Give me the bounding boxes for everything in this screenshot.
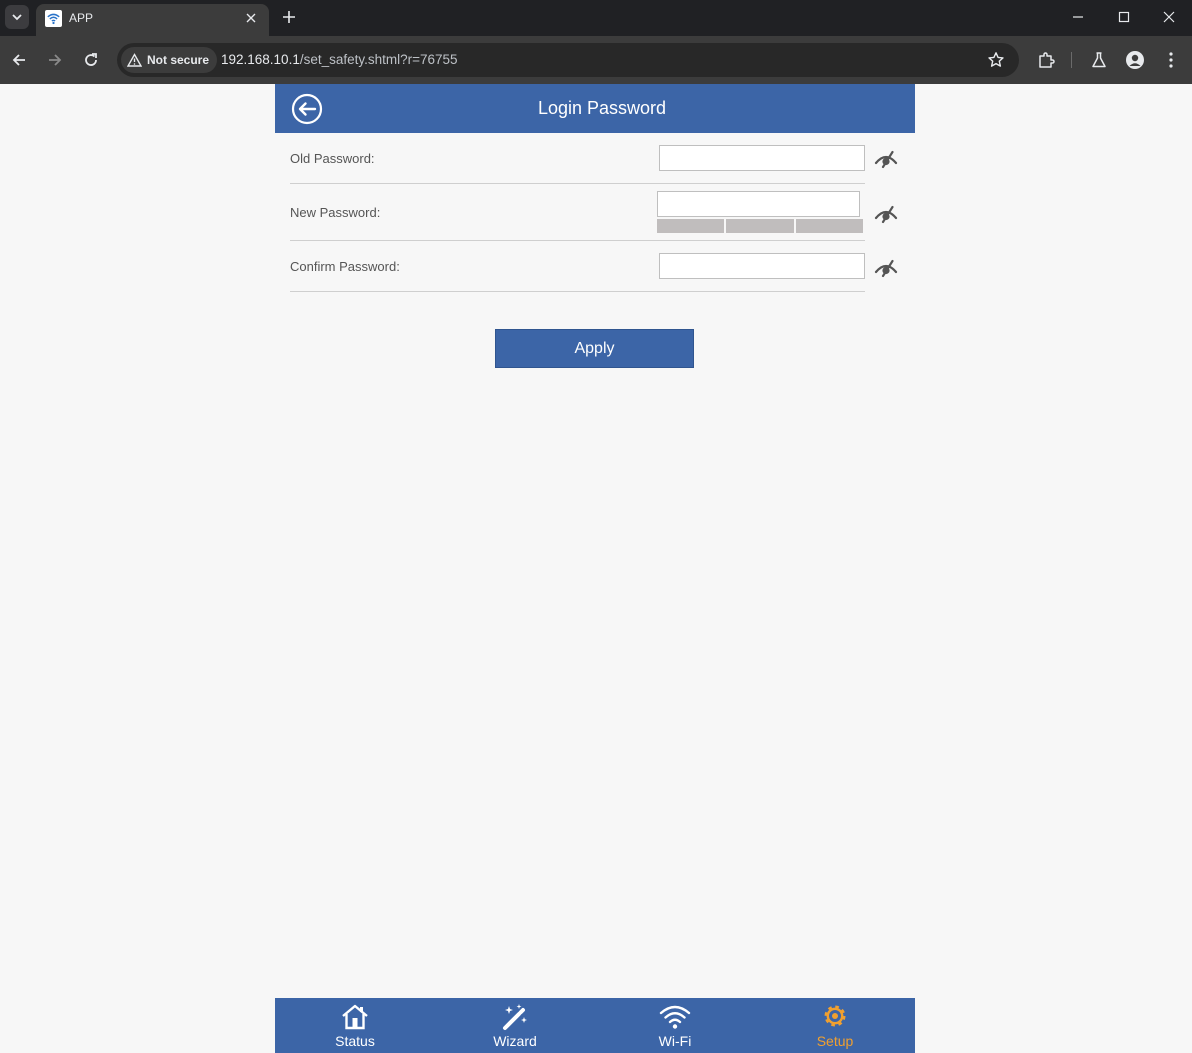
tab-search-button[interactable] — [5, 5, 29, 29]
new-password-row: New Password: — [290, 184, 898, 241]
forward-button[interactable] — [43, 48, 67, 72]
page-title: Login Password — [537, 98, 667, 118]
avatar-icon — [1126, 51, 1144, 69]
eye-hidden-icon[interactable] — [874, 258, 898, 278]
new-password-label: New Password: — [290, 205, 381, 220]
eye-hidden-icon[interactable] — [874, 204, 898, 224]
strength-bar-strong — [795, 219, 863, 233]
url-text: 192.168.10.1/set_safety.shtml?r=76755 — [221, 52, 458, 67]
browser-menu-button[interactable] — [1160, 49, 1182, 71]
strength-bar-medium — [726, 219, 794, 233]
magic-wand-icon — [503, 1004, 527, 1030]
security-chip[interactable]: Not secure — [121, 47, 218, 73]
confirm-password-input[interactable] — [659, 253, 865, 279]
password-strength-meter — [657, 219, 863, 233]
home-icon — [342, 1004, 368, 1030]
warning-icon — [127, 53, 142, 67]
nav-item-wizard[interactable]: Wizard — [435, 998, 595, 1053]
new-password-input[interactable] — [657, 191, 860, 217]
nav-label-wifi: Wi-Fi — [658, 1033, 692, 1049]
old-password-row: Old Password: — [290, 133, 898, 184]
close-window-button[interactable] — [1146, 0, 1192, 34]
app-page: Login Password Old Password: New Passwor… — [275, 84, 915, 1053]
reload-icon — [85, 53, 97, 66]
arrow-left-icon — [12, 54, 25, 66]
confirm-password-row: Confirm Password: — [290, 241, 898, 292]
more-vertical-icon — [1169, 52, 1173, 68]
url-host: 192.168.10.1 — [221, 52, 300, 67]
nav-item-setup[interactable]: Setup — [755, 998, 915, 1053]
reload-button[interactable] — [79, 48, 103, 72]
old-password-input[interactable] — [659, 145, 865, 171]
minimize-icon — [1073, 16, 1083, 18]
nav-label-setup: Setup — [816, 1033, 854, 1049]
arrow-right-icon — [49, 54, 62, 66]
new-tab-button[interactable] — [279, 7, 299, 27]
confirm-password-label: Confirm Password: — [290, 259, 400, 274]
nav-label-status: Status — [335, 1033, 375, 1049]
bottom-nav: Status Wizard Wi-Fi Setup — [275, 998, 915, 1053]
browser-toolbar: Not secure 192.168.10.1/set_safety.shtml… — [0, 36, 1192, 84]
plus-icon — [283, 11, 295, 23]
minimize-button[interactable] — [1055, 0, 1101, 34]
tab-close-button[interactable] — [243, 10, 259, 26]
gear-icon — [824, 1005, 846, 1027]
wifi-favicon-icon — [45, 10, 62, 27]
back-button[interactable] — [7, 48, 31, 72]
url-path: /set_safety.shtml?r=76755 — [299, 52, 458, 67]
chevron-down-icon — [12, 14, 22, 21]
close-icon — [1163, 11, 1175, 23]
close-icon — [246, 13, 256, 23]
nav-item-status[interactable]: Status — [275, 998, 435, 1053]
wifi-icon — [659, 1005, 691, 1029]
puzzle-icon — [1039, 52, 1055, 68]
page-header: Login Password — [275, 84, 915, 133]
maximize-icon — [1118, 11, 1130, 23]
flask-icon — [1092, 52, 1106, 68]
browser-tabstrip: APP — [0, 0, 1192, 36]
apply-button[interactable]: Apply — [495, 329, 694, 368]
old-password-label: Old Password: — [290, 151, 375, 166]
toolbar-separator — [1071, 52, 1072, 68]
eye-hidden-icon[interactable] — [874, 149, 898, 169]
security-label: Not secure — [147, 53, 210, 67]
maximize-button[interactable] — [1101, 0, 1147, 34]
tab-title: APP — [69, 11, 94, 25]
bookmark-star-icon[interactable] — [987, 51, 1005, 69]
extensions-button[interactable] — [1035, 49, 1057, 71]
labs-button[interactable] — [1088, 49, 1110, 71]
browser-tab[interactable]: APP — [36, 4, 269, 36]
profile-button[interactable] — [1124, 49, 1146, 71]
address-bar[interactable]: Not secure 192.168.10.1/set_safety.shtml… — [117, 43, 1019, 77]
nav-item-wifi[interactable]: Wi-Fi — [595, 998, 755, 1053]
strength-bar-weak — [657, 219, 725, 233]
nav-label-wizard: Wizard — [493, 1033, 537, 1049]
